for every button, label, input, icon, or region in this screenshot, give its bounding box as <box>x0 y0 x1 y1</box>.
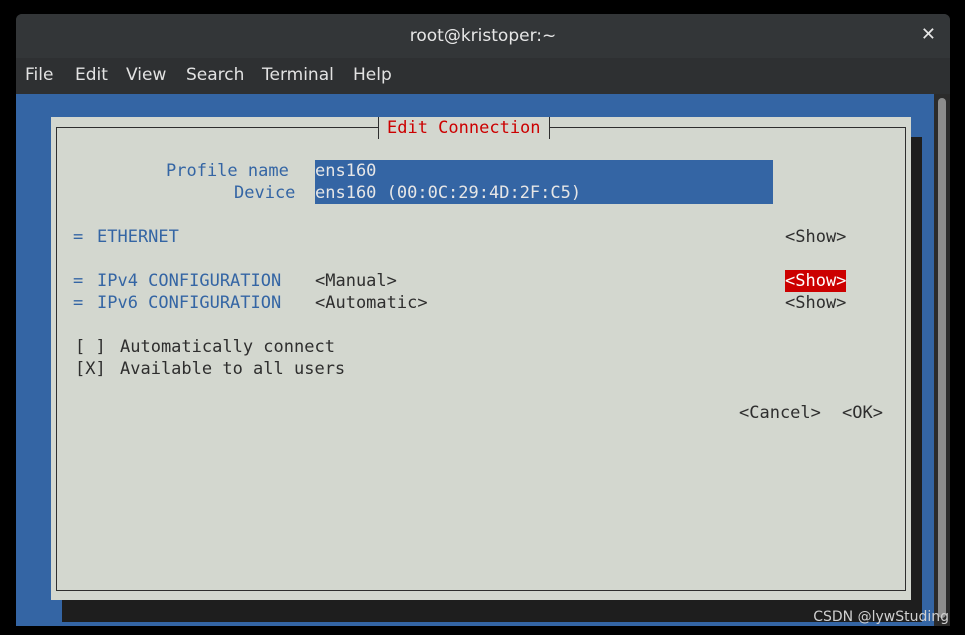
ipv6-marker: = <box>73 293 84 313</box>
watermark: CSDN @lywStuding <box>813 609 949 625</box>
ethernet-show-button[interactable]: <Show> <box>785 226 846 248</box>
profile-name-label: Profile name <box>166 161 289 181</box>
profile-name-input[interactable]: ens160 <box>315 160 773 182</box>
scrollbar[interactable] <box>934 94 950 626</box>
menu-view[interactable]: View <box>126 65 166 85</box>
scrollbar-thumb[interactable] <box>938 98 946 618</box>
ipv4-label: IPv4 CONFIGURATION <box>97 271 282 291</box>
dialog-shadow-bottom <box>62 600 922 622</box>
menu-bar: File Edit View Search Terminal Help <box>16 58 950 94</box>
ipv6-show-button[interactable]: <Show> <box>785 292 846 314</box>
device-label: Device <box>234 183 296 203</box>
cancel-button[interactable]: <Cancel> <box>739 402 821 424</box>
all-users-checkbox[interactable]: [X] <box>75 358 106 380</box>
dialog-shadow-right <box>911 137 922 622</box>
edit-connection-dialog: Edit Connection Profile name ens160 Devi… <box>51 117 911 600</box>
terminal-window: root@kristoper:~ ✕ File Edit View Search… <box>16 14 950 626</box>
auto-connect-checkbox[interactable]: [ ] <box>75 336 106 358</box>
ethernet-label: ETHERNET <box>97 227 179 247</box>
menu-terminal[interactable]: Terminal <box>262 65 334 85</box>
ok-button[interactable]: <OK> <box>842 402 883 424</box>
ipv4-mode-select[interactable]: <Manual> <box>315 270 397 292</box>
all-users-label: Available to all users <box>120 359 346 379</box>
window-title: root@kristoper:~ <box>409 26 557 46</box>
ipv6-label: IPv6 CONFIGURATION <box>97 293 282 313</box>
close-icon[interactable]: ✕ <box>921 24 936 45</box>
title-bar: root@kristoper:~ ✕ <box>16 14 950 58</box>
ipv4-show-button[interactable]: <Show> <box>785 270 847 292</box>
ipv4-marker: = <box>73 271 84 291</box>
ipv6-mode-select[interactable]: <Automatic> <box>315 292 428 314</box>
menu-edit[interactable]: Edit <box>75 65 108 85</box>
device-input[interactable]: ens160 (00:0C:29:4D:2F:C5) <box>315 182 773 204</box>
dialog-title: Edit Connection <box>378 117 550 139</box>
menu-file[interactable]: File <box>25 65 53 85</box>
terminal-area[interactable]: Edit Connection Profile name ens160 Devi… <box>16 94 934 626</box>
ethernet-marker: = <box>73 227 84 247</box>
menu-search[interactable]: Search <box>186 65 244 85</box>
menu-help[interactable]: Help <box>353 65 392 85</box>
auto-connect-label: Automatically connect <box>120 337 335 357</box>
